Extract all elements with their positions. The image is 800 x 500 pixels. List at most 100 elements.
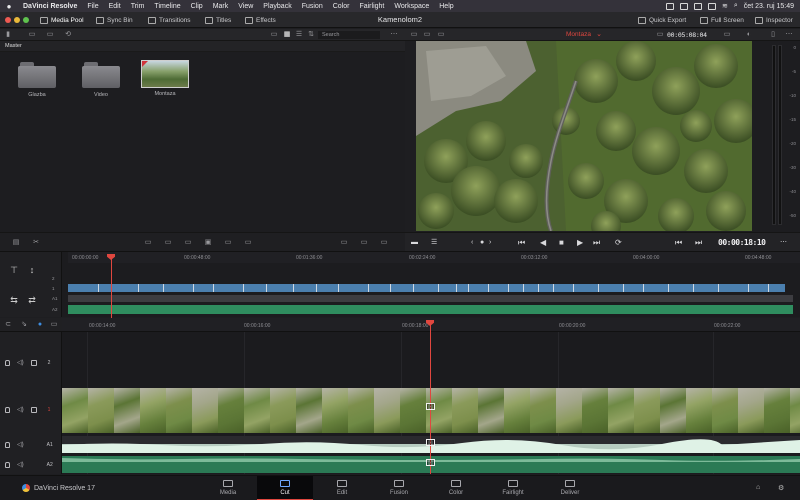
audio-icon[interactable]: ◁): [17, 360, 24, 366]
audio-edit-marker[interactable]: [·]: [426, 439, 435, 446]
gear-icon[interactable]: ⚙: [778, 484, 784, 492]
stop-icon[interactable]: ■: [559, 238, 564, 248]
menu-clip[interactable]: Clip: [186, 3, 208, 10]
home-icon[interactable]: ⌂: [756, 484, 760, 491]
menu-playback[interactable]: Playback: [258, 3, 296, 10]
sync-bin-button[interactable]: Sync Bin: [96, 15, 133, 25]
menu-color[interactable]: Color: [328, 3, 355, 10]
more-options-icon[interactable]: ⋯: [785, 31, 793, 39]
sort-icon[interactable]: ⇅: [307, 31, 315, 39]
menu-edit[interactable]: Edit: [104, 3, 126, 10]
full-screen-button[interactable]: Full Screen: [700, 15, 744, 25]
audio-icon[interactable]: ◁): [17, 462, 24, 468]
smooth-cut-icon[interactable]: ▭: [380, 239, 388, 247]
tab-edit[interactable]: Edit: [314, 476, 370, 500]
snapping-icon[interactable]: ⊂: [4, 321, 12, 329]
place-on-top-icon[interactable]: ▣: [204, 239, 212, 247]
search-input[interactable]: Search: [318, 31, 380, 39]
timeline-options-icon[interactable]: ⊤: [10, 266, 18, 275]
current-timecode[interactable]: 00:00:18:10: [718, 238, 766, 247]
zoom-icon[interactable]: ⇄: [28, 296, 36, 305]
smart-insert-icon[interactable]: ▤: [12, 239, 20, 247]
thumbnail-view-icon[interactable]: ▦: [283, 31, 291, 39]
go-to-end-icon[interactable]: ⏭: [593, 238, 600, 248]
transitions-button[interactable]: Transitions: [148, 15, 191, 25]
next-edit-icon[interactable]: ⏭: [695, 238, 702, 248]
menu-help[interactable]: Help: [434, 3, 458, 10]
blade-icon[interactable]: ✂: [32, 239, 40, 247]
source-overwrite-icon[interactable]: ▭: [224, 239, 232, 247]
close-window-button[interactable]: [5, 17, 11, 23]
menu-timeline[interactable]: Timeline: [149, 3, 185, 10]
new-bin-icon[interactable]: ▭: [46, 31, 54, 39]
menu-app[interactable]: DaVinci Resolve: [18, 3, 82, 10]
apple-icon[interactable]: ●: [0, 2, 18, 11]
inspector-button[interactable]: Inspector: [755, 15, 793, 25]
control-center-icon[interactable]: ⌕: [734, 2, 738, 10]
shuttle-dot-icon[interactable]: ●: [480, 238, 484, 248]
bin-folder-glazba[interactable]: Glazba: [12, 62, 62, 98]
close-up-icon[interactable]: ▭: [184, 239, 192, 247]
bin-label[interactable]: Master: [0, 41, 405, 52]
play-icon[interactable]: ▶: [577, 238, 583, 248]
prev-edit-icon[interactable]: ⏮: [675, 238, 682, 248]
go-to-start-icon[interactable]: ⏮: [518, 238, 525, 248]
lock-icon[interactable]: [5, 442, 10, 448]
append-icon[interactable]: ▭: [144, 239, 152, 247]
edit-point-marker[interactable]: [·]: [426, 403, 435, 410]
upper-video-track-clips[interactable]: [68, 284, 785, 292]
quick-export-button[interactable]: Quick Export: [638, 15, 686, 25]
viewer-layout-icon[interactable]: ▭: [410, 31, 418, 39]
sync-icon[interactable]: ⟲: [64, 31, 72, 39]
upper-audio-track-a1[interactable]: [68, 295, 793, 302]
menu-mark[interactable]: Mark: [208, 3, 234, 10]
import-media-icon[interactable]: ▭: [28, 31, 36, 39]
timeline-playhead[interactable]: [430, 324, 431, 474]
trim-icon[interactable]: ⇆: [10, 296, 18, 305]
list-view-icon[interactable]: ☰: [295, 31, 303, 39]
more-options-icon[interactable]: ⋯: [390, 31, 398, 39]
menu-trim[interactable]: Trim: [126, 3, 150, 10]
screen-icon[interactable]: [666, 2, 674, 10]
viewer-timeline-name[interactable]: Montaza: [566, 31, 591, 38]
track-view-icon[interactable]: [30, 360, 37, 366]
jkl-icon[interactable]: ▬: [411, 238, 418, 248]
dissolve-icon[interactable]: ▭: [360, 239, 368, 247]
transition-icon[interactable]: ▭: [340, 239, 348, 247]
media-pool-button[interactable]: Media Pool: [40, 15, 84, 25]
tab-fusion[interactable]: Fusion: [371, 476, 427, 500]
timeline-viewer-icon[interactable]: ▭: [437, 31, 445, 39]
audio-edit-marker[interactable]: [·]: [426, 459, 435, 466]
audio-icon[interactable]: ◁): [17, 407, 24, 413]
lock-icon[interactable]: [5, 462, 10, 468]
metadata-view-icon[interactable]: ▭: [270, 31, 278, 39]
zoom-window-button[interactable]: [23, 17, 29, 23]
prev-clip-icon[interactable]: ‹: [471, 238, 473, 248]
ripple-overwrite-icon[interactable]: ▭: [164, 239, 172, 247]
upper-playhead[interactable]: [111, 258, 112, 318]
menu-fairlight[interactable]: Fairlight: [354, 3, 389, 10]
source-viewer-icon[interactable]: ▭: [423, 31, 431, 39]
color-scope-icon[interactable]: ◐: [745, 31, 753, 39]
chevron-down-icon[interactable]: ⌄: [595, 31, 603, 39]
more-options-icon[interactable]: ⋯: [780, 238, 787, 248]
video-viewer[interactable]: [416, 41, 752, 231]
safe-area-icon[interactable]: ▭: [723, 31, 731, 39]
loop-icon[interactable]: ⟳: [615, 238, 622, 248]
settings-icon[interactable]: ☰: [431, 238, 437, 248]
lock-icon[interactable]: [5, 407, 10, 413]
tab-cut[interactable]: Cut: [257, 476, 313, 500]
upper-timeline-ruler[interactable]: 00:00:00:00 00:00:48:00 00:01:36:00 00:0…: [68, 252, 800, 263]
insert-icon[interactable]: ▭: [244, 239, 252, 247]
titles-button[interactable]: Titles: [205, 15, 231, 25]
audio-track-options-icon[interactable]: ↕: [28, 266, 36, 275]
position-lock-icon[interactable]: ●: [36, 321, 44, 329]
menu-fusion[interactable]: Fusion: [297, 3, 328, 10]
lock-icon[interactable]: [5, 360, 10, 366]
battery-icon[interactable]: [708, 2, 716, 10]
bin-folder-video[interactable]: Video: [76, 62, 126, 98]
video-clip-v1[interactable]: [62, 388, 800, 433]
menu-view[interactable]: View: [233, 3, 258, 10]
sidebar-toggle-icon[interactable]: ▮: [4, 31, 12, 39]
upper-audio-track-a2[interactable]: [68, 305, 793, 314]
